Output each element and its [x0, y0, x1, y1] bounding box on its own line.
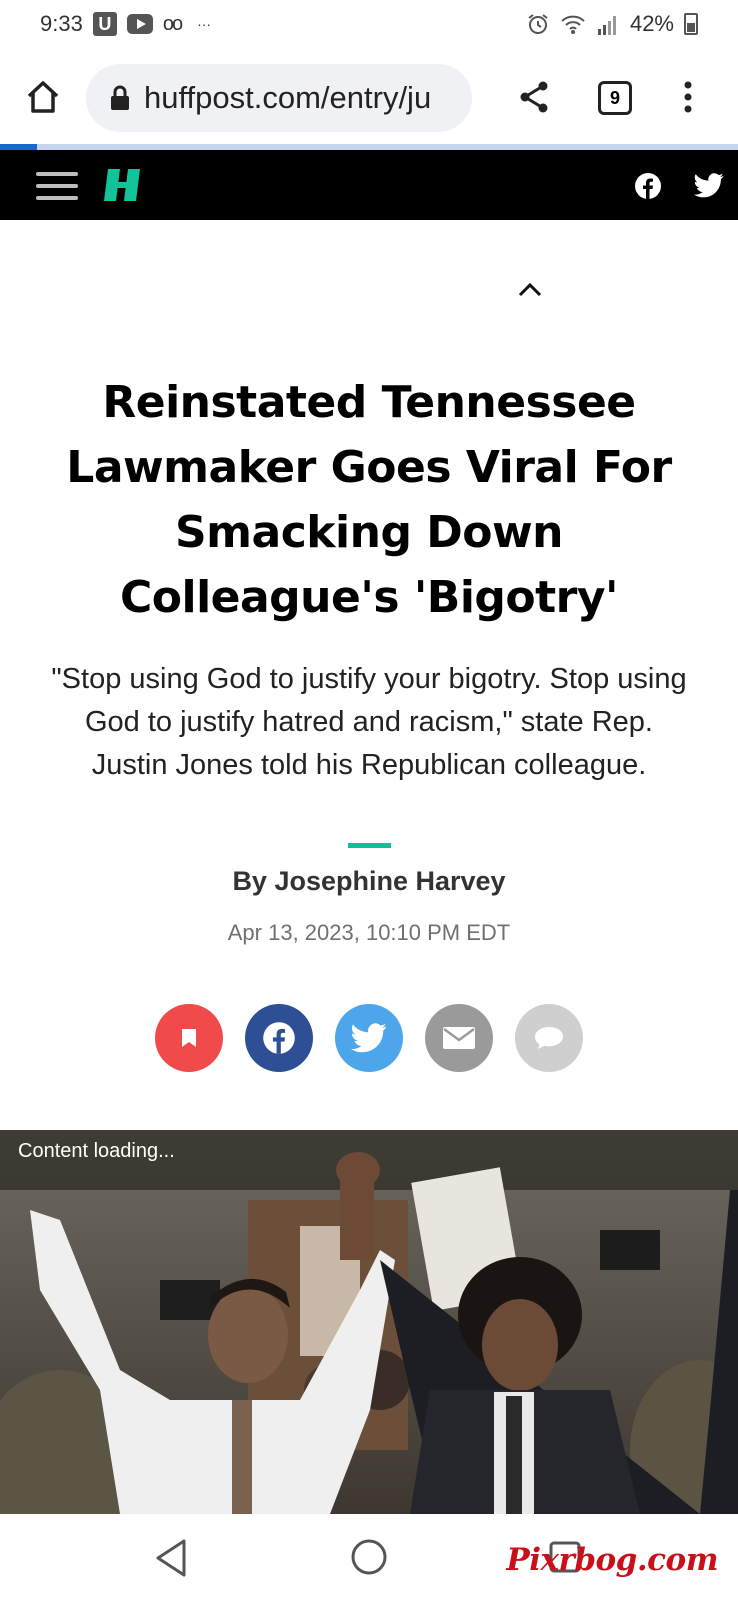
menu-icon[interactable]: [36, 172, 78, 200]
watermark: Pixrbog.com: [506, 1542, 718, 1578]
home-icon[interactable]: [24, 78, 62, 116]
u-app-icon: U: [92, 12, 117, 36]
facebook-icon[interactable]: [634, 172, 662, 200]
content-loading-text: Content loading...: [18, 1140, 175, 1162]
back-icon[interactable]: [154, 1538, 188, 1578]
bookmark-button[interactable]: [155, 1004, 223, 1072]
home-nav-icon[interactable]: [350, 1538, 388, 1576]
article-subheadline: "Stop using God to justify your bigotry.…: [51, 663, 687, 781]
share-email-button[interactable]: [425, 1004, 493, 1072]
status-time: 9:33: [40, 11, 83, 36]
address-bar[interactable]: huffpost.com/entry/ju: [86, 64, 472, 132]
author-byline[interactable]: By Josephine Harvey: [0, 866, 738, 897]
share-icon[interactable]: [518, 80, 550, 114]
tab-switcher-button[interactable]: 9: [598, 81, 632, 115]
share-facebook-button[interactable]: [245, 1004, 313, 1072]
email-icon: [443, 1027, 475, 1049]
url-text: huffpost.com/entry/ju: [144, 80, 432, 115]
wifi-icon: [561, 15, 585, 34]
battery-percent: 42%: [629, 11, 674, 36]
lock-icon: [111, 85, 129, 110]
accent-divider: [348, 843, 391, 848]
photo-scene: [0, 1130, 738, 1514]
browser-toolbar: huffpost.com/entry/ju 9: [0, 48, 738, 144]
share-twitter-button[interactable]: [335, 1004, 403, 1072]
twitter-icon[interactable]: [694, 173, 724, 198]
comment-icon: [535, 1027, 563, 1049]
more-notifications-icon: ···: [197, 16, 212, 32]
youtube-icon: [126, 14, 153, 34]
facebook-icon: [263, 1022, 295, 1054]
share-buttons: [155, 1004, 583, 1072]
bookmark-icon: [182, 1029, 196, 1047]
article-headline: Reinstated Tennessee Lawmaker Goes Viral…: [66, 377, 672, 623]
signal-icon: [597, 16, 616, 35]
publish-date: Apr 13, 2023, 10:10 PM EDT: [227, 920, 511, 945]
overflow-menu-icon[interactable]: [682, 80, 694, 114]
comments-button[interactable]: [515, 1004, 583, 1072]
voicemail-icon: oo: [162, 12, 183, 35]
battery-icon: [684, 13, 698, 35]
article-lead-image[interactable]: Content loading...: [0, 1130, 738, 1514]
status-bar: 9:33 U oo ··· 42%: [0, 0, 738, 48]
chevron-up-icon[interactable]: [518, 282, 542, 298]
huffpost-logo[interactable]: [104, 167, 144, 203]
twitter-icon: [351, 1023, 387, 1053]
site-header: [0, 150, 738, 220]
alarm-icon: [528, 14, 548, 34]
